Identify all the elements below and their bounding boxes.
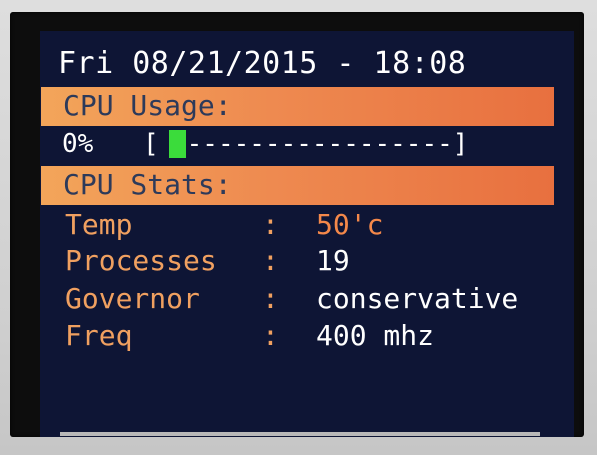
cpu-usage-percent: 0%: [62, 129, 94, 159]
datetime-display: Fri 08/21/2015 - 18:08: [58, 46, 467, 81]
cpu-usage-bar-track: -----------------]: [186, 129, 469, 159]
lcd-screen: Fri 08/21/2015 - 18:08 CPU Usage: 0% [ --…: [40, 31, 574, 437]
stat-separator: :: [262, 208, 279, 241]
stat-label-processes: Processes: [65, 244, 217, 277]
stat-label-governor: Governor: [65, 282, 200, 315]
screen-frame: Fri 08/21/2015 - 18:08 CPU Usage: 0% [ --…: [10, 12, 584, 437]
stat-separator: :: [262, 244, 279, 277]
cpu-stats-header: CPU Stats:: [41, 166, 554, 205]
stat-value-governor: conservative: [316, 282, 519, 315]
cpu-usage-header: CPU Usage:: [41, 87, 554, 126]
stat-value-freq: 400 mhz: [316, 319, 435, 352]
stat-label-freq: Freq: [65, 319, 133, 352]
cpu-usage-bar-fill: [168, 130, 186, 158]
cpu-stats-header-label: CPU Stats:: [63, 168, 232, 201]
bezel-bottom-lip: [60, 432, 540, 436]
cpu-usage-bar-left-bracket: [: [143, 129, 159, 159]
stat-separator: :: [262, 319, 279, 352]
stat-value-temp: 50'c: [316, 208, 384, 241]
cpu-usage-bar: [ -----------------]: [143, 129, 469, 159]
cpu-usage-header-label: CPU Usage:: [63, 89, 232, 122]
stat-label-temp: Temp: [65, 208, 133, 241]
stat-value-processes: 19: [316, 244, 350, 277]
stat-separator: :: [262, 282, 279, 315]
